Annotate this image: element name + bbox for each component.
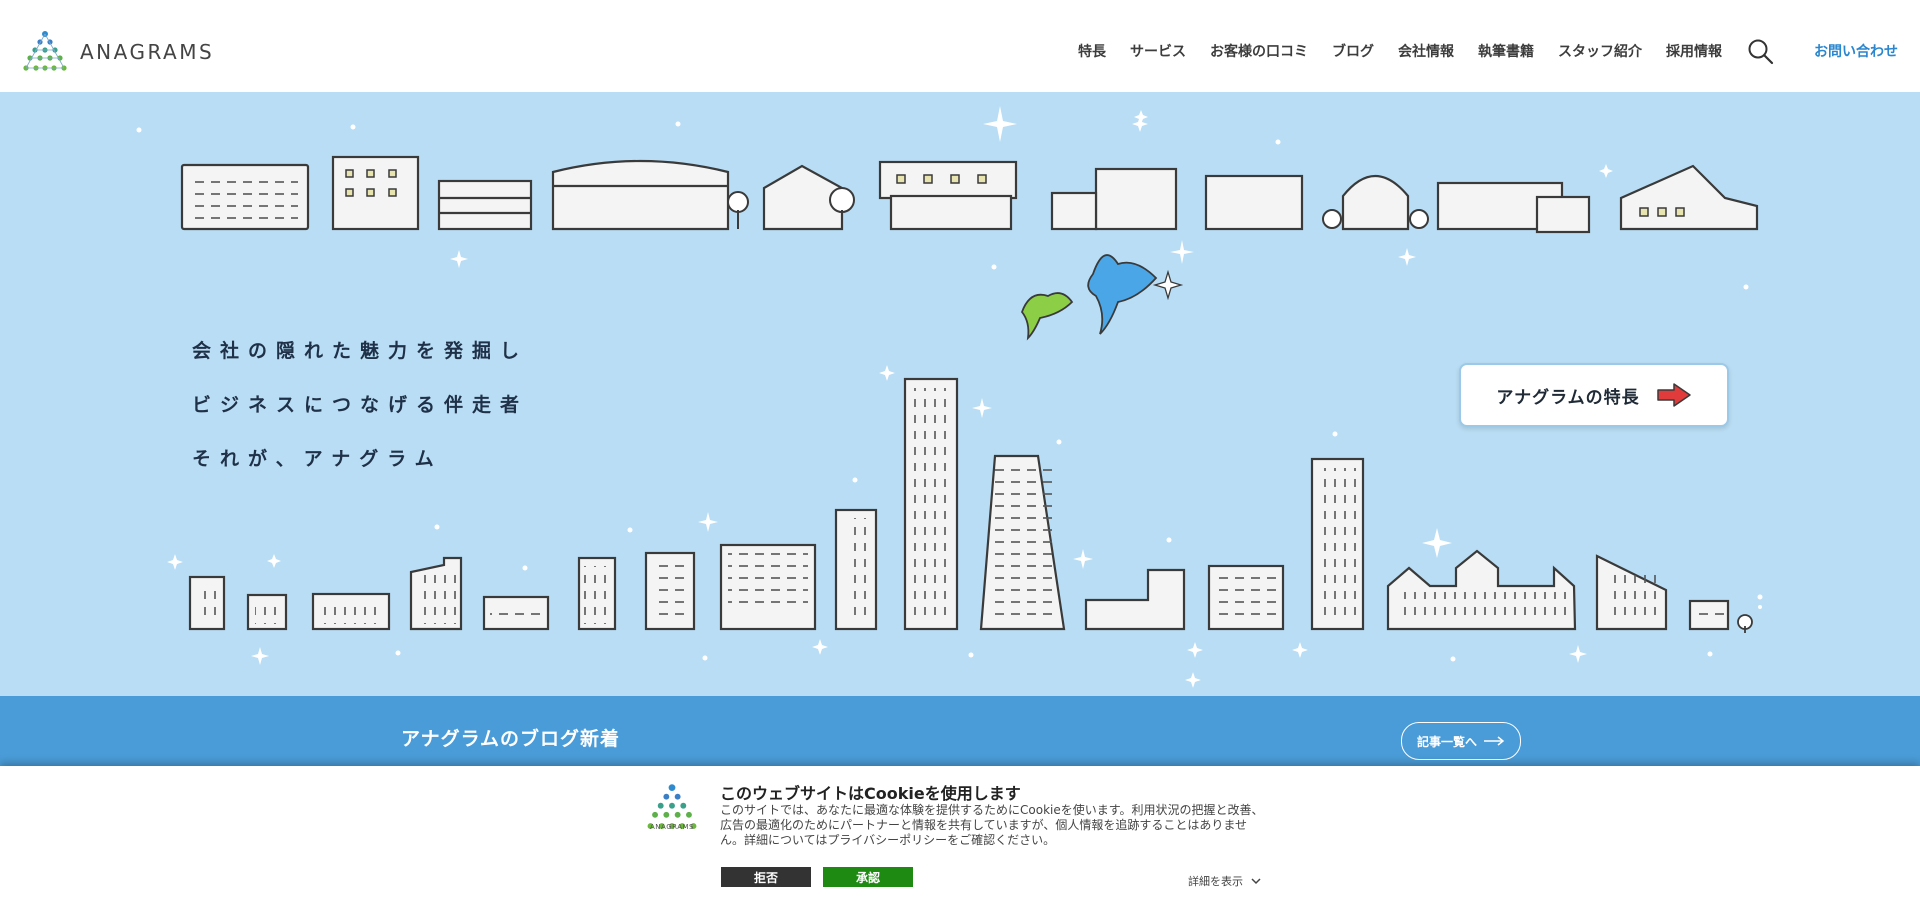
all-articles-button[interactable]: 記事一覧へ <box>1401 722 1521 760</box>
birds-illustration <box>1020 254 1184 341</box>
nav-item-recruit[interactable]: 採用情報 <box>1666 41 1722 61</box>
tagline-line-1: 会社の隠れた魅力を発掘し <box>192 340 529 362</box>
nav-item-staff[interactable]: スタッフ紹介 <box>1558 41 1642 61</box>
blog-section-title: アナグラムのブログ新着 <box>401 728 621 750</box>
features-button[interactable]: アナグラムの特長 <box>1459 363 1729 427</box>
site-header: ANAGRAMS 特長 サービス お客様の口コミ ブログ 会社情報 執筆書籍 ス… <box>0 0 1920 92</box>
blog-section: アナグラムのブログ新着 記事一覧へ <box>0 696 1920 768</box>
upper-skyline <box>180 155 1759 234</box>
logo[interactable]: ANAGRAMS <box>22 30 214 74</box>
hero-tagline: 会社の隠れた魅力を発掘し ビジネスにつなげる伴走者 それが、アナグラム <box>192 324 528 486</box>
search-icon[interactable] <box>1746 37 1774 65</box>
nav-item-books[interactable]: 執筆書籍 <box>1478 41 1534 61</box>
contact-link[interactable]: お問い合わせ <box>1814 41 1898 61</box>
reject-cookies-button[interactable]: 拒否 <box>721 867 811 887</box>
tagline-line-3: それが、アナグラム <box>192 448 443 470</box>
nav-item-services[interactable]: サービス <box>1130 41 1186 61</box>
arrow-right-icon <box>1484 736 1505 746</box>
nav-item-features[interactable]: 特長 <box>1078 41 1106 61</box>
main-nav: 特長 サービス お客様の口コミ ブログ 会社情報 執筆書籍 スタッフ紹介 採用情… <box>1054 36 1898 66</box>
red-arrow-icon <box>1656 383 1691 407</box>
cookie-logo-text: ANAGRAMS <box>650 823 694 831</box>
hero-section: 会社の隠れた魅力を発掘し ビジネスにつなげる伴走者 それが、アナグラム アナグラ… <box>0 92 1920 696</box>
show-details-link[interactable]: 詳細を表示 <box>1188 873 1261 889</box>
accept-cookies-button[interactable]: 承認 <box>823 867 913 887</box>
nav-item-reviews[interactable]: お客様の口コミ <box>1210 41 1308 61</box>
features-button-label: アナグラムの特長 <box>1496 387 1640 408</box>
logo-text: ANAGRAMS <box>80 40 215 64</box>
nav-item-blog[interactable]: ブログ <box>1332 41 1374 61</box>
chevron-down-icon <box>1251 878 1261 885</box>
cookie-banner: ANAGRAMS このウェブサイトはCookieを使用します このサイトでは、あ… <box>0 766 1920 911</box>
nav-item-company[interactable]: 会社情報 <box>1398 41 1454 61</box>
anagrams-logo-icon <box>23 31 67 71</box>
cookie-title: このウェブサイトはCookieを使用します <box>720 784 1021 803</box>
tagline-line-2: ビジネスにつなげる伴走者 <box>192 394 529 416</box>
cookie-description: このサイトでは、あなたに最適な体験を提供するためにCookieを使います。利用状… <box>720 803 1264 847</box>
all-articles-label: 記事一覧へ <box>1416 734 1477 749</box>
show-details-label: 詳細を表示 <box>1188 875 1243 888</box>
